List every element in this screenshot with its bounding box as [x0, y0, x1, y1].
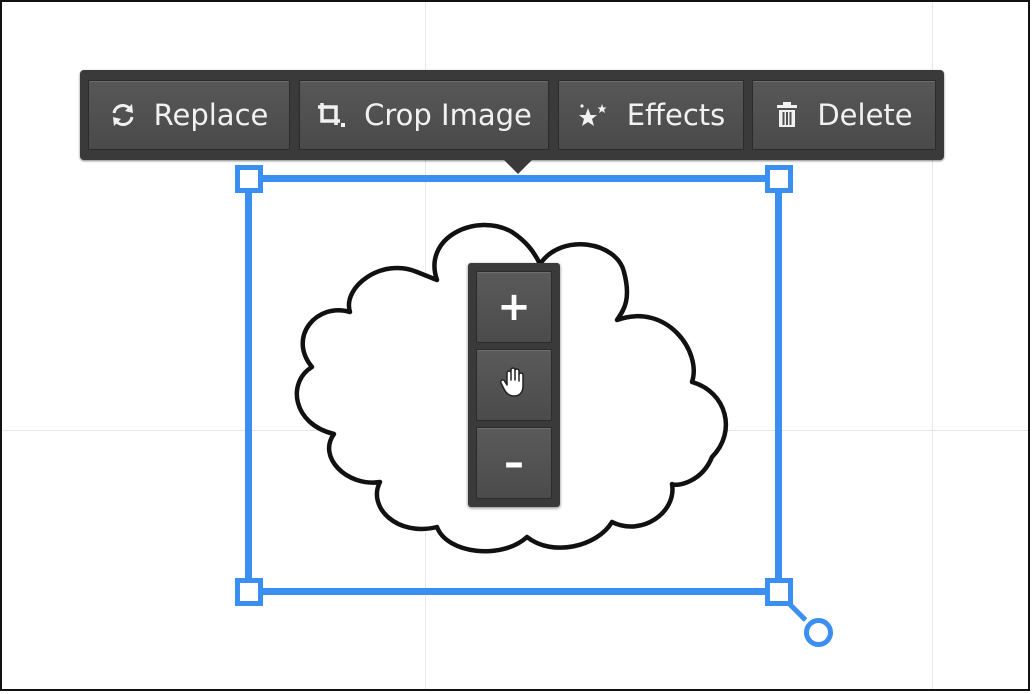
resize-handle-top-right[interactable] — [765, 165, 793, 193]
selection-border-top — [245, 175, 782, 182]
resize-handle-bottom-right[interactable] — [765, 578, 793, 606]
sparkle-icon — [577, 102, 609, 128]
trash-icon — [775, 101, 799, 129]
zoom-in-button[interactable]: + — [476, 271, 552, 343]
zoom-out-button[interactable]: – — [476, 427, 552, 499]
rotate-handle-connector — [788, 602, 808, 622]
minus-icon: – — [504, 440, 524, 486]
resize-handle-bottom-left[interactable] — [235, 578, 263, 606]
replace-label: Replace — [153, 98, 269, 132]
resize-handle-top-left[interactable] — [235, 165, 263, 193]
plus-icon: + — [497, 284, 531, 330]
delete-button[interactable]: Delete — [752, 80, 936, 150]
selection-border-bottom — [245, 588, 782, 595]
crop-icon — [316, 101, 346, 129]
canvas[interactable]: Replace Crop Image Effects Delete + – — [0, 0, 1030, 691]
rotate-handle[interactable] — [804, 618, 833, 647]
pan-button[interactable] — [476, 349, 552, 421]
selection-border-right — [775, 175, 782, 595]
hand-icon — [499, 362, 529, 408]
delete-label: Delete — [817, 98, 913, 132]
zoom-control: + – — [468, 263, 560, 507]
crop-image-label: Crop Image — [364, 98, 532, 132]
effects-button[interactable]: Effects — [558, 80, 744, 150]
replace-button[interactable]: Replace — [88, 80, 290, 150]
crop-image-button[interactable]: Crop Image — [299, 80, 549, 150]
refresh-icon — [110, 102, 136, 128]
image-toolbar: Replace Crop Image Effects Delete — [80, 70, 944, 174]
selection-border-left — [245, 175, 252, 595]
effects-label: Effects — [626, 98, 726, 132]
